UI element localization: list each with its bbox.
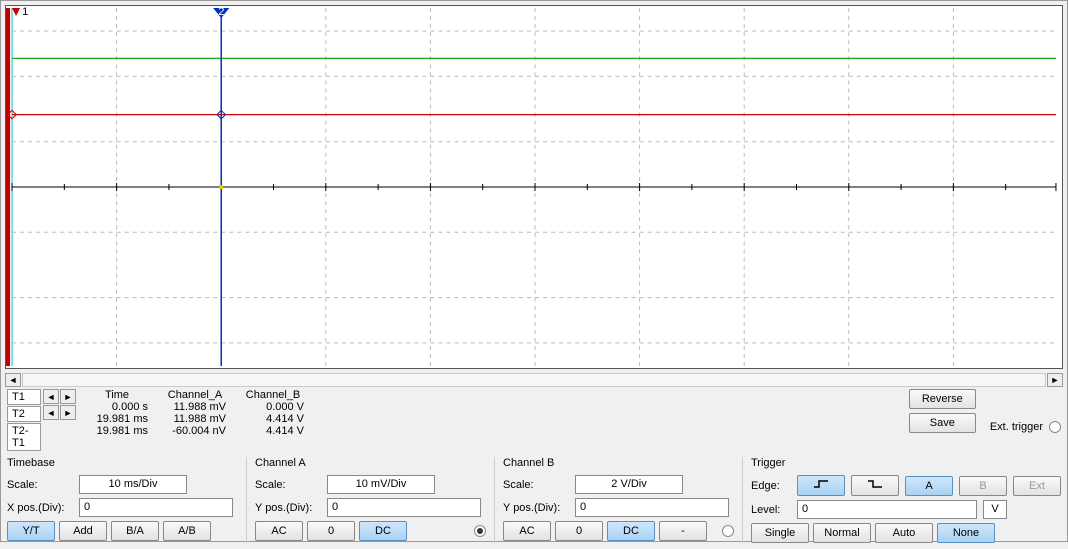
cha-enable-radio[interactable]	[474, 525, 486, 537]
none-button[interactable]: None	[937, 523, 995, 543]
channel-b-title: Channel B	[503, 457, 734, 469]
timebase-xpos-label: X pos.(Div):	[7, 502, 73, 514]
chb-enable-radio[interactable]	[722, 525, 734, 537]
timebase-group: Timebase Scale: 10 ms/Div X pos.(Div): 0…	[7, 457, 238, 543]
ba-button[interactable]: B/A	[111, 521, 159, 541]
cha-scale-label: Scale:	[255, 479, 321, 491]
reverse-button[interactable]: Reverse	[909, 389, 976, 409]
trigger-group: Trigger Edge: A B Ext Level: 0 V Single	[751, 457, 1061, 543]
ext-trigger-radio[interactable]	[1049, 421, 1061, 433]
chb-minus-button[interactable]: -	[659, 521, 707, 541]
trigger-title: Trigger	[751, 457, 1061, 469]
scroll-left-icon[interactable]: ◄	[5, 373, 21, 387]
t2-time: 19.981 ms	[82, 413, 152, 425]
edge-b-button[interactable]: B	[959, 476, 1007, 496]
svg-text:2: 2	[218, 6, 224, 18]
t1-left-button[interactable]: ◄	[43, 389, 59, 404]
chb-scale-input[interactable]: 2 V/Div	[575, 475, 683, 494]
level-input[interactable]: 0	[797, 500, 977, 519]
chb-zero-button[interactable]: 0	[555, 521, 603, 541]
channel-a-group: Channel A Scale: 10 mV/Div Y pos.(Div): …	[255, 457, 486, 543]
falling-edge-icon	[867, 479, 883, 489]
channel-a-title: Channel A	[255, 457, 486, 469]
t1-time: 0.000 s	[82, 401, 152, 413]
t2-left-button[interactable]: ◄	[43, 405, 59, 420]
col-chan-a: Channel_A	[160, 389, 230, 401]
cha-scale-input[interactable]: 10 mV/Div	[327, 475, 435, 494]
col-time: Time	[82, 389, 152, 401]
auto-button[interactable]: Auto	[875, 523, 933, 543]
channel-b-group: Channel B Scale: 2 V/Div Y pos.(Div): 0 …	[503, 457, 734, 543]
edge-a-button[interactable]: A	[905, 476, 953, 496]
scroll-track[interactable]	[22, 373, 1046, 387]
cha-zero-button[interactable]: 0	[307, 521, 355, 541]
cursor-label-t2[interactable]: T2	[7, 406, 41, 422]
t1-right-button[interactable]: ►	[60, 389, 76, 404]
chb-dc-button[interactable]: DC	[607, 521, 655, 541]
timebase-title: Timebase	[7, 457, 238, 469]
t2-b: 4.414 V	[238, 413, 308, 425]
svg-text:1: 1	[22, 6, 28, 18]
edge-rising-button[interactable]	[797, 475, 845, 496]
ab-button[interactable]: A/B	[163, 521, 211, 541]
chb-ac-button[interactable]: AC	[503, 521, 551, 541]
dt-a: -60.004 nV	[160, 425, 230, 437]
cha-ypos-input[interactable]: 0	[327, 498, 481, 517]
normal-button[interactable]: Normal	[813, 523, 871, 543]
t1-a: 11.988 mV	[160, 401, 230, 413]
cha-dc-button[interactable]: DC	[359, 521, 407, 541]
col-chan-b: Channel_B	[238, 389, 308, 401]
cursor-readout-table: T1 T2 T2-T1 ◄ ► ◄ ► Time Channel_A Chann…	[7, 389, 308, 451]
t2-right-button[interactable]: ►	[60, 405, 76, 420]
oscilloscope-display[interactable]: 1 2	[5, 5, 1063, 369]
dt-b: 4.414 V	[238, 425, 308, 437]
level-label: Level:	[751, 504, 791, 516]
chb-ypos-label: Y pos.(Div):	[503, 502, 569, 514]
dt-time: 19.981 ms	[82, 425, 152, 437]
edge-label: Edge:	[751, 480, 791, 492]
save-button[interactable]: Save	[909, 413, 976, 433]
edge-ext-button[interactable]: Ext	[1013, 476, 1061, 496]
cha-ypos-label: Y pos.(Div):	[255, 502, 321, 514]
timebase-scale-input[interactable]: 10 ms/Div	[79, 475, 187, 494]
scroll-right-icon[interactable]: ►	[1047, 373, 1063, 387]
ext-trigger-label: Ext. trigger	[990, 421, 1043, 433]
single-button[interactable]: Single	[751, 523, 809, 543]
timebase-xpos-input[interactable]: 0	[79, 498, 233, 517]
rising-edge-icon	[813, 479, 829, 489]
t2-a: 11.988 mV	[160, 413, 230, 425]
level-unit: V	[983, 500, 1007, 519]
cursor-label-t1[interactable]: T1	[7, 389, 41, 405]
edge-falling-button[interactable]	[851, 475, 899, 496]
add-button[interactable]: Add	[59, 521, 107, 541]
yt-button[interactable]: Y/T	[7, 521, 55, 541]
chb-ypos-input[interactable]: 0	[575, 498, 729, 517]
cha-ac-button[interactable]: AC	[255, 521, 303, 541]
t1-b: 0.000 V	[238, 401, 308, 413]
cursor-label-delta: T2-T1	[7, 423, 41, 451]
timebase-scale-label: Scale:	[7, 479, 73, 491]
chb-scale-label: Scale:	[503, 479, 569, 491]
horizontal-scrollbar[interactable]: ◄ ►	[1, 373, 1067, 387]
